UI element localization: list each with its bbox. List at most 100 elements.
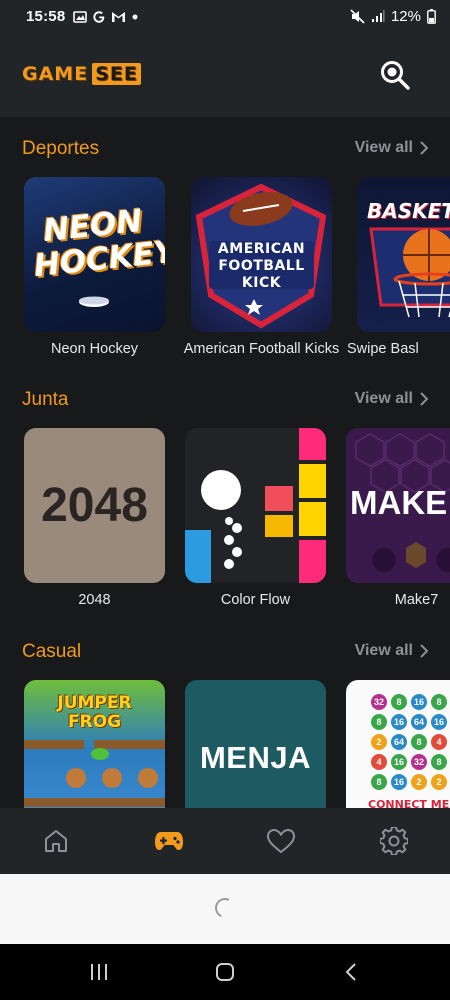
view-all-button[interactable]: View all [355, 139, 429, 157]
nav-home[interactable] [0, 808, 113, 874]
game-title: Swipe Basl [347, 341, 419, 357]
svg-text:32: 32 [414, 757, 424, 767]
view-all-label: View all [354, 642, 413, 659]
heart-icon [267, 828, 296, 854]
game-list[interactable]: Deportes View all NEON HOCKEY Neon Hocke… [0, 117, 450, 808]
svg-text:8: 8 [436, 757, 441, 767]
app-header: GAME SEE [0, 33, 450, 117]
svg-text:2: 2 [416, 777, 421, 787]
signal-icon [371, 10, 385, 22]
chevron-right-icon [420, 644, 429, 658]
game-card[interactable]: BASKET Swipe Basl [347, 177, 450, 357]
chevron-right-icon [420, 392, 429, 406]
gmail-icon [112, 12, 126, 22]
back-system-button[interactable] [336, 958, 366, 986]
section-title: Deportes [22, 138, 100, 159]
status-system-icons: 12% [350, 8, 436, 25]
svg-text:32: 32 [374, 697, 384, 707]
hockey-puck-icon [79, 296, 109, 307]
game-thumbnail[interactable]: BASKET [357, 177, 450, 332]
svg-text:64: 64 [394, 737, 404, 747]
status-notification-icons [73, 10, 139, 24]
color-flow-art [185, 428, 326, 583]
thumbnail-art-text: 2048 [41, 479, 148, 532]
gamepad-icon [154, 832, 183, 850]
thumbnail-art-text: NEON HOCKEY [32, 202, 165, 285]
recent-apps-icon [91, 964, 107, 980]
game-thumbnail[interactable]: JUMPER FROG [24, 680, 165, 808]
section-junta: Junta View all 2048 2048 Color Flow MAKE… [0, 368, 450, 619]
home-system-button[interactable] [210, 958, 240, 986]
game-card[interactable]: 32 8 16 8 8 16 64 16 2 64 8 4 4 16 32 8 … [346, 680, 450, 808]
game-row[interactable]: JUMPER FROG MENJA 32 8 16 8 8 16 64 16 2… [0, 680, 450, 808]
game-card[interactable]: Color Flow [185, 428, 326, 608]
game-thumbnail[interactable]: MAKE [346, 428, 450, 583]
view-all-button[interactable]: View all [355, 642, 429, 660]
game-thumbnail[interactable]: MENJA [185, 680, 326, 808]
chevron-right-icon [420, 141, 429, 155]
thumbnail-art-text: AMERICAN FOOTBALL KICK [217, 241, 306, 291]
svg-text:16: 16 [394, 757, 404, 767]
recent-apps-button[interactable] [84, 958, 114, 986]
game-row[interactable]: 2048 2048 Color Flow MAKE Make7 [0, 428, 450, 608]
battery-percent: 12% [390, 8, 421, 25]
system-navigation-bar [0, 944, 450, 1000]
back-icon [345, 963, 356, 981]
nav-games[interactable] [113, 808, 226, 874]
svg-text:16: 16 [434, 717, 444, 727]
game-card[interactable]: JUMPER FROG [24, 680, 165, 808]
mute-icon [350, 9, 365, 24]
game-title: Neon Hockey [50, 341, 139, 357]
game-card[interactable]: AMERICAN FOOTBALL KICK American Football… [184, 177, 339, 357]
basketball-hoop-art [369, 227, 450, 318]
bottom-navigation [0, 808, 450, 874]
game-thumbnail[interactable]: 32 8 16 8 8 16 64 16 2 64 8 4 4 16 32 8 … [346, 680, 450, 808]
svg-text:2: 2 [436, 777, 441, 787]
game-thumbnail[interactable]: 2048 [24, 428, 165, 583]
game-card[interactable]: 2048 2048 [24, 428, 165, 608]
thumbnail-art-text: CONNECT ME [368, 798, 450, 808]
svg-text:8: 8 [396, 697, 401, 707]
home-icon [45, 830, 68, 852]
section-casual: Casual View all JUMPER FROG MENJA 32 8 1… [0, 620, 450, 808]
section-deportes: Deportes View all NEON HOCKEY Neon Hocke… [0, 117, 450, 368]
game-title: 2048 [78, 592, 111, 608]
svg-text:16: 16 [394, 777, 404, 787]
svg-text:16: 16 [414, 697, 424, 707]
game-card[interactable]: MAKE Make7 [346, 428, 450, 608]
search-icon [381, 61, 410, 90]
view-all-button[interactable]: View all [355, 390, 429, 408]
game-title: Color Flow [220, 592, 291, 608]
game-title: American Football Kicks [183, 341, 340, 357]
view-all-label: View all [354, 139, 413, 156]
game-row[interactable]: NEON HOCKEY Neon Hockey AMERICAN FOOTBAL… [0, 177, 450, 357]
svg-text:8: 8 [376, 777, 381, 787]
game-thumbnail[interactable]: AMERICAN FOOTBALL KICK [191, 177, 332, 332]
section-title: Junta [22, 389, 69, 410]
logo-see-text: SEE [92, 63, 141, 85]
nav-favorites[interactable] [225, 808, 338, 874]
settings-icon [379, 827, 408, 855]
photo-icon [73, 10, 88, 23]
svg-text:16: 16 [394, 717, 404, 727]
thumbnail-art-text: MAKE [350, 484, 448, 521]
game-thumbnail[interactable] [185, 428, 326, 583]
svg-text:8: 8 [416, 737, 421, 747]
status-bar: 15:58 12% [0, 0, 450, 33]
svg-text:2: 2 [376, 737, 381, 747]
gamesee-logo[interactable]: GAME SEE [22, 63, 141, 85]
battery-icon [427, 9, 436, 24]
nav-settings[interactable] [338, 808, 450, 874]
view-all-label: View all [354, 390, 413, 407]
game-card[interactable]: NEON HOCKEY Neon Hockey [24, 177, 165, 357]
svg-text:8: 8 [436, 697, 441, 707]
section-title: Casual [22, 641, 82, 662]
search-button[interactable] [377, 57, 413, 93]
svg-text:8: 8 [376, 717, 381, 727]
game-card[interactable]: MENJA [185, 680, 326, 808]
frog-logs-art [24, 740, 165, 807]
thumbnail-art-text: MENJA [199, 739, 311, 775]
number-grid-art: 32 8 16 8 8 16 64 16 2 64 8 4 4 16 32 8 … [371, 694, 447, 790]
game-thumbnail[interactable]: NEON HOCKEY [24, 177, 165, 332]
google-icon [93, 10, 105, 23]
